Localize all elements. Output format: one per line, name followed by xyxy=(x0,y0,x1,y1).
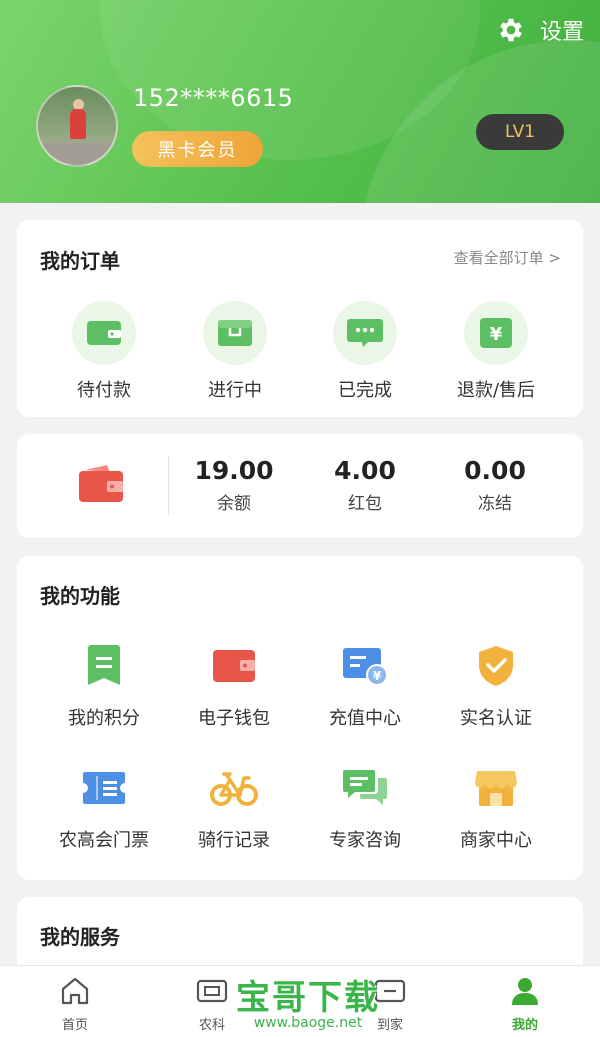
person-icon xyxy=(512,978,538,1005)
points-icon xyxy=(88,645,120,685)
divider xyxy=(168,456,169,516)
func-recharge-center[interactable]: ¥ 充值中心 xyxy=(305,642,425,730)
wallet-icon xyxy=(87,321,121,345)
func-merchant-center[interactable]: 商家中心 xyxy=(436,764,556,852)
settings-label: 设置 xyxy=(539,20,584,45)
func-e-wallet[interactable]: 电子钱包 xyxy=(174,642,294,730)
func-cycling-record[interactable]: 骑行记录 xyxy=(174,764,294,852)
bottom-tab-bar: 首页 农科 到家 我的 xyxy=(0,965,600,1037)
func-label: 骑行记录 xyxy=(198,830,270,851)
wallet-card-icon[interactable] xyxy=(77,464,125,508)
red-packet-label: 红包 xyxy=(348,494,382,514)
home-icon xyxy=(61,977,89,1005)
func-label: 电子钱包 xyxy=(198,708,270,729)
func-label: 实名认证 xyxy=(460,708,532,729)
store-icon xyxy=(475,771,517,806)
func-label: 商家中心 xyxy=(460,830,532,851)
verified-shield-icon xyxy=(479,646,513,686)
member-badge[interactable]: 黑卡会员 xyxy=(132,131,263,167)
view-all-orders-link[interactable]: 查看全部订单 > xyxy=(454,247,561,268)
user-phone: 152****6615 xyxy=(133,84,294,112)
red-packet-stat[interactable]: 4.00 红包 xyxy=(310,456,420,514)
yen-icon: ¥ xyxy=(480,318,512,348)
recharge-icon: ¥ xyxy=(343,648,388,686)
func-my-points[interactable]: 我的积分 xyxy=(44,642,164,730)
bicycle-icon xyxy=(210,772,258,806)
red-wallet-icon xyxy=(79,465,123,502)
order-completed[interactable]: 已完成 xyxy=(315,301,415,402)
order-refund[interactable]: ¥ 退款/售后 xyxy=(446,301,546,402)
tab-label: 我的 xyxy=(511,1018,538,1033)
settings-button[interactable]: 设置 xyxy=(496,14,584,46)
orders-title: 我的订单 xyxy=(40,249,120,273)
balance-label: 余额 xyxy=(217,494,251,514)
avatar[interactable] xyxy=(36,85,118,167)
profile-header: 设置 152****6615 黑卡会员 LV1 xyxy=(0,0,600,203)
func-real-name-auth[interactable]: 实名认证 xyxy=(436,642,556,730)
level-badge[interactable]: LV1 xyxy=(476,114,564,150)
functions-card: 我的功能 我的积分 电子钱包 ¥ 充值中心 实名认证 农高会门票 骑行记录 专家… xyxy=(17,556,583,880)
func-label: 我的积分 xyxy=(68,708,140,729)
func-label: 农高会门票 xyxy=(59,830,149,851)
chat-bubble-icon xyxy=(347,319,383,347)
tab-home[interactable]: 首页 xyxy=(25,974,125,1033)
svg-text:¥: ¥ xyxy=(373,669,382,683)
func-expert-consult[interactable]: 专家咨询 xyxy=(305,764,425,852)
delivery-icon xyxy=(374,979,406,1003)
tab-agri-tech[interactable]: 农科 xyxy=(162,974,262,1033)
services-title: 我的服务 xyxy=(40,925,120,949)
tab-mine[interactable]: 我的 xyxy=(475,974,575,1033)
tab-label: 首页 xyxy=(61,1018,88,1033)
ticket-scan-icon xyxy=(196,979,228,1003)
tab-label: 农科 xyxy=(198,1018,225,1033)
order-in-progress[interactable]: 进行中 xyxy=(185,301,285,402)
wallet-card: 19.00 余额 4.00 红包 0.00 冻结 xyxy=(17,434,583,538)
functions-title: 我的功能 xyxy=(40,584,120,608)
order-pending-payment[interactable]: 待付款 xyxy=(54,301,154,402)
balance-value: 19.00 xyxy=(194,456,274,485)
box-icon xyxy=(218,320,252,346)
frozen-stat[interactable]: 0.00 冻结 xyxy=(440,456,550,514)
tab-label: 到家 xyxy=(376,1018,403,1033)
order-label: 进行中 xyxy=(208,380,262,401)
gear-icon xyxy=(500,18,522,42)
frozen-label: 冻结 xyxy=(478,494,512,514)
e-wallet-icon xyxy=(213,650,255,682)
func-label: 充值中心 xyxy=(329,708,401,729)
order-label: 退款/售后 xyxy=(456,380,536,401)
frozen-value: 0.00 xyxy=(464,456,526,485)
func-expo-ticket[interactable]: 农高会门票 xyxy=(44,764,164,852)
consult-icon xyxy=(343,770,387,805)
func-label: 专家咨询 xyxy=(329,830,401,851)
tab-delivery[interactable]: 到家 xyxy=(340,974,440,1033)
order-label: 待付款 xyxy=(77,380,131,401)
red-packet-value: 4.00 xyxy=(334,456,396,485)
balance-stat[interactable]: 19.00 余额 xyxy=(179,456,289,514)
orders-card: 我的订单 查看全部订单 > 待付款 进行中 已完成 ¥ 退款/售后 xyxy=(17,220,583,417)
ticket-icon xyxy=(83,772,125,804)
svg-text:¥: ¥ xyxy=(490,324,503,345)
order-label: 已完成 xyxy=(338,380,392,401)
